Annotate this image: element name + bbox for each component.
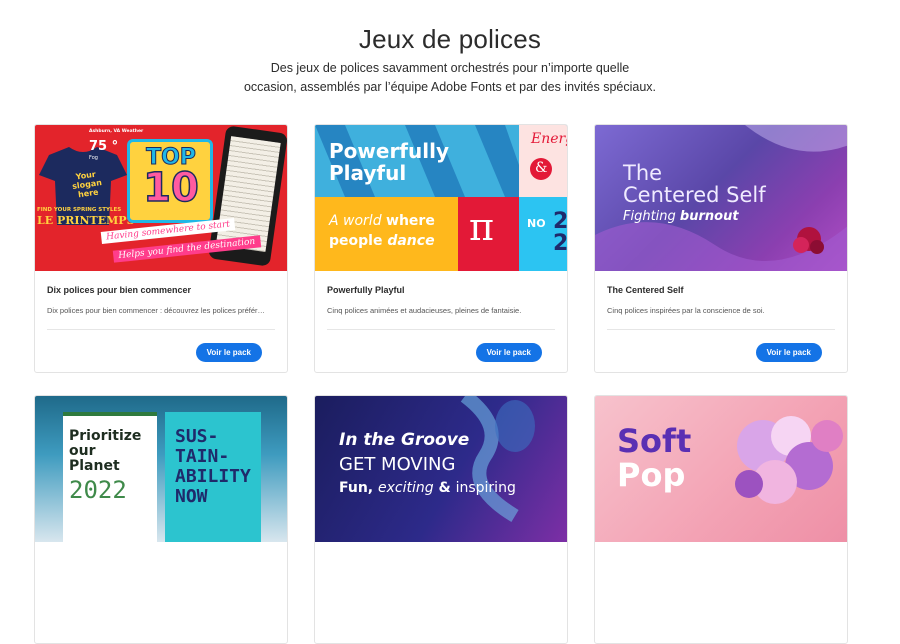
people-text: people — [329, 233, 388, 249]
pop-text: Pop — [617, 456, 686, 494]
soft-text: Soft — [617, 422, 692, 460]
card-title[interactable]: Dix polices pour bien commencer — [47, 285, 191, 295]
page-subtitle: Des jeux de polices savamment orchestrés… — [0, 59, 900, 97]
get-moving-text: GET MOVING — [339, 454, 456, 475]
our-text: our — [69, 443, 96, 459]
font-pack-card-powerfully-playful[interactable]: Powerfully Playful Energ & A world where… — [314, 124, 568, 373]
font-pack-card-top10[interactable]: Your slogan here Ashburn, VA Weather 75 … — [34, 124, 288, 373]
planet-text: Planet — [69, 458, 120, 474]
page-title: Jeux de polices — [358, 24, 542, 54]
card-image-powerfully-playful[interactable]: Powerfully Playful Energ & A world where… — [315, 125, 568, 271]
world-where-line: A world where — [329, 213, 435, 229]
subtitle-line-2: occasion, assemblés par l’équipe Adobe F… — [243, 80, 657, 94]
le-printemps-text: LE PRINTEMPS — [37, 214, 135, 227]
card-description: Cinq polices animées et audacieuses, ple… — [327, 306, 522, 315]
sus-text: SUS- — [175, 426, 219, 447]
weather-condition: Fog — [89, 155, 98, 161]
fighting-text: Fighting — [623, 209, 680, 224]
powerfully-headline: Powerfully — [329, 139, 449, 163]
fighting-burnout-line: Fighting burnout — [623, 209, 739, 224]
font-pack-card-prioritize-planet[interactable]: Prioritize our Planet 2022 SUS- TAIN- AB… — [34, 395, 288, 644]
ampersand-text: & — [433, 480, 456, 496]
the-text: The — [623, 161, 663, 185]
energy-text: Energ — [531, 131, 567, 147]
card-image-in-the-groove[interactable]: In the Groove GET MOVING Fun, exciting &… — [315, 396, 567, 542]
ten-text: 10 — [142, 164, 199, 212]
fun-text: Fun, — [339, 480, 378, 496]
card-title[interactable]: The Centered Self — [607, 285, 684, 295]
spring-styles-text: FIND YOUR SPRING STYLES — [37, 207, 122, 213]
card-divider — [47, 329, 275, 330]
fun-exciting-line: Fun, exciting & inspiring — [339, 480, 516, 496]
centered-self-text: Centered Self — [623, 183, 766, 207]
card-divider — [327, 329, 555, 330]
year-text: 2022 — [69, 476, 127, 504]
prioritize-text: Prioritize — [69, 428, 142, 444]
tshirt-slogan: Your slogan here — [71, 169, 103, 200]
card-description: Dix polices pour bien commencer : découv… — [47, 306, 266, 315]
where-text: where — [386, 213, 435, 229]
card-image-centered-self[interactable]: The Centered Self Fighting burnout — [595, 125, 847, 271]
font-pack-card-in-the-groove[interactable]: In the Groove GET MOVING Fun, exciting &… — [314, 395, 568, 644]
font-pack-card-soft-pop[interactable]: Soft Pop — [594, 395, 848, 644]
view-pack-button[interactable]: Voir le pack — [475, 343, 542, 362]
inspiring-text: inspiring — [455, 480, 516, 496]
subtitle-line-1: Des jeux de polices savamment orchestrés… — [270, 61, 630, 75]
card-image-soft-pop[interactable]: Soft Pop — [595, 396, 847, 542]
ampersand-text: & — [535, 160, 548, 176]
world-text: A world — [329, 213, 387, 229]
burnout-text: burnout — [679, 209, 739, 224]
in-the-groove-text: In the Groove — [339, 430, 470, 450]
now-text: NOW — [175, 486, 208, 507]
no-number-2: 2 — [553, 231, 568, 256]
playful-headline: Playful — [329, 161, 407, 185]
pi-symbol: π — [469, 205, 494, 249]
view-pack-button[interactable]: Voir le pack — [195, 343, 262, 362]
no-label: NO — [527, 217, 546, 230]
ability-text: ABILITY — [175, 466, 251, 487]
font-pack-card-centered-self[interactable]: The Centered Self Fighting burnout The C… — [594, 124, 848, 373]
card-divider — [607, 329, 835, 330]
card-description: Cinq polices inspirées par la conscience… — [607, 306, 765, 315]
exciting-text: exciting — [378, 480, 434, 496]
tain-text: TAIN- — [175, 446, 230, 467]
card-image-top10[interactable]: Your slogan here Ashburn, VA Weather 75 … — [35, 125, 287, 271]
view-pack-button[interactable]: Voir le pack — [755, 343, 822, 362]
dance-text: dance — [387, 233, 435, 249]
weather-temp: 75 ° — [89, 139, 119, 154]
people-dance-line: people dance — [329, 233, 435, 249]
weather-city: Ashburn, VA Weather — [89, 129, 144, 134]
card-title[interactable]: Powerfully Playful — [327, 285, 405, 295]
card-image-prioritize-planet[interactable]: Prioritize our Planet 2022 SUS- TAIN- AB… — [35, 396, 287, 542]
